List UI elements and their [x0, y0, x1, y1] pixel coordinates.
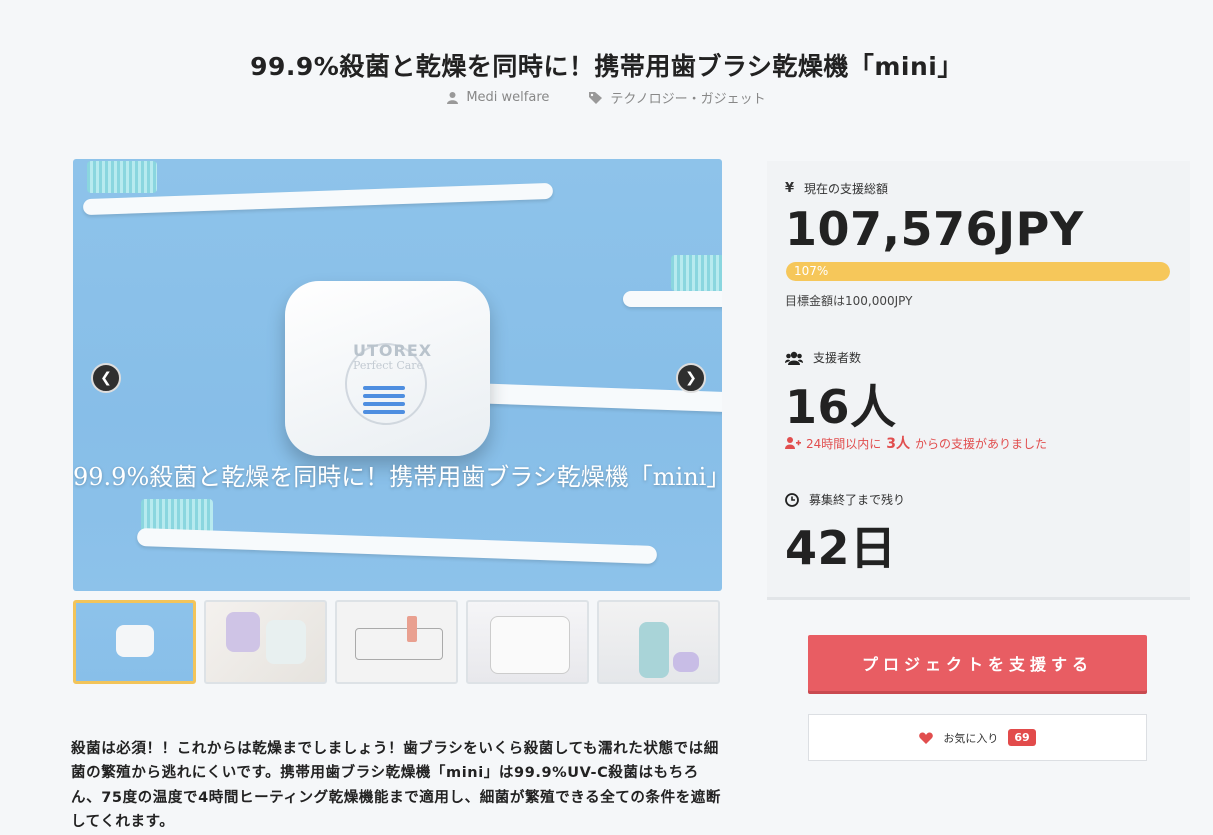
amount-label-text: 現在の支援総額 [804, 182, 889, 196]
heart-icon [919, 731, 934, 744]
thumbnail-4[interactable] [466, 600, 589, 684]
remaining-label-text: 募集終了まで残り [809, 493, 906, 507]
prev-arrow-icon[interactable]: ❮ [91, 363, 121, 393]
backers-value: 16人 [785, 380, 897, 434]
hero-caption: 99.9%殺菌と乾燥を同時に！携帯用歯ブラシ乾燥機「mini」 [73, 463, 722, 491]
thumbnail-3[interactable] [335, 600, 458, 684]
remaining-value: 42日 [785, 521, 897, 575]
toothbrush-case: UTOREX Perfect Care [285, 281, 490, 456]
support-button[interactable]: プロジェクトを支援する [808, 635, 1147, 691]
case-logo: UTOREX [353, 341, 433, 360]
thumbnail-strip [73, 600, 723, 684]
favorite-button[interactable]: お気に入り 69 [808, 714, 1147, 761]
clock-icon [785, 492, 799, 507]
user-icon [447, 91, 459, 104]
project-meta: Medi welfare テクノロジー・ガジェット [0, 88, 1213, 107]
thumb-arrow [407, 616, 417, 642]
toothbrush-bristles-top [87, 161, 157, 193]
author-link[interactable]: Medi welfare [447, 88, 549, 107]
thumb-case [116, 625, 154, 657]
thumb-cup [639, 622, 669, 678]
next-arrow-icon[interactable]: ❯ [676, 363, 706, 393]
toothbrush-right [623, 291, 722, 307]
thumb-device [226, 612, 260, 652]
uv-light-lines [363, 386, 405, 418]
user-plus-icon [785, 437, 801, 449]
backers-label-text: 支援者数 [813, 351, 862, 365]
category-name: テクノロジー・ガジェット [610, 92, 766, 107]
recent-pre: 24時間以内に [806, 436, 882, 451]
thumbnail-1[interactable] [73, 600, 196, 684]
toothbrush-bottom [136, 527, 658, 565]
remaining-label: 募集終了まで残り [785, 491, 905, 508]
thumb-holder [266, 620, 306, 664]
amount-value: 107,576JPY [785, 202, 1084, 256]
progress-fill [786, 262, 1170, 281]
category-link[interactable]: テクノロジー・ガジェット [589, 88, 766, 107]
author-name: Medi welfare [466, 90, 550, 105]
thumb-diagram [355, 628, 443, 660]
favorite-count-badge: 69 [1008, 729, 1036, 746]
progress-percent: 107% [794, 264, 829, 278]
toothbrush-bristles-right [671, 255, 722, 291]
thumbnail-2[interactable] [204, 600, 327, 684]
goal-amount: 目標金額は100,000JPY [785, 294, 913, 308]
project-description: 殺菌は必須！！これからは乾燥までしましょう！歯ブラシをいくら殺菌しても濡れた状態… [71, 740, 722, 831]
backers-label: 支援者数 [785, 349, 861, 366]
yen-icon: ¥ [785, 181, 795, 196]
case-sublogo: Perfect Care [353, 359, 424, 372]
favorite-label: お気に入り [943, 731, 999, 745]
page-title: 99.9%殺菌と乾燥を同時に！携帯用歯ブラシ乾燥機「mini」 [250, 51, 963, 81]
hero-image: UTOREX Perfect Care 99.9%殺菌と乾燥を同時に！携帯用歯ブ… [73, 159, 722, 591]
recent-count: 3人 [886, 436, 911, 452]
progress-bar: 107% [786, 262, 1170, 281]
thumbnail-5[interactable] [597, 600, 720, 684]
stats-panel: ¥ 現在の支援総額 107,576JPY 107% 目標金額は100,000JP… [767, 161, 1190, 600]
tag-icon [589, 91, 603, 104]
thumb-device-small [673, 652, 699, 672]
thumb-open-case [490, 616, 570, 674]
amount-label: ¥ 現在の支援総額 [785, 180, 888, 197]
recent-backers: 24時間以内に 3人 からの支援がありました [785, 433, 1047, 453]
users-icon [785, 351, 803, 365]
recent-post: からの支援がありました [915, 436, 1048, 451]
